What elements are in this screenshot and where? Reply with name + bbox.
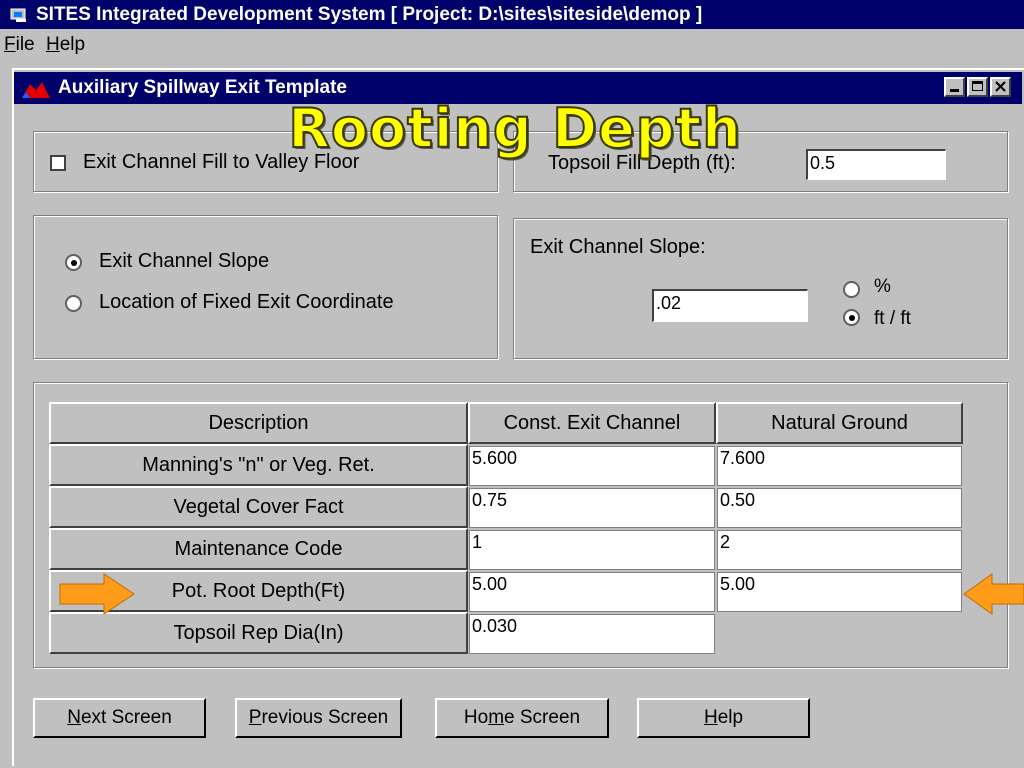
menu-help[interactable]: Help bbox=[46, 34, 85, 56]
exit-channel-slope-label: Exit Channel Slope: bbox=[530, 236, 706, 258]
menu-file-mnemonic: F bbox=[4, 34, 16, 55]
row-label-mannings: Manning's "n" or Veg. Ret. bbox=[49, 444, 468, 486]
unit-percent-radio[interactable] bbox=[843, 281, 860, 298]
menu-help-label: elp bbox=[59, 34, 86, 55]
exit-channel-slope-option-label: Exit Channel Slope bbox=[99, 250, 270, 272]
cell-natural-maintenance-code[interactable]: 2 bbox=[717, 530, 962, 570]
arrow-right-icon bbox=[59, 573, 135, 615]
minimize-button[interactable] bbox=[944, 77, 965, 97]
cell-const-maintenance-code[interactable]: 1 bbox=[469, 530, 715, 570]
cell-const-topsoil-dia[interactable]: 0.030 bbox=[469, 614, 715, 654]
unit-ftft-radio[interactable] bbox=[843, 309, 860, 326]
previous-screen-mnemonic: P bbox=[248, 707, 262, 728]
help-button[interactable]: Help bbox=[637, 698, 810, 738]
cell-const-vegetal-cover[interactable]: 0.75 bbox=[469, 488, 715, 528]
topsoil-fill-depth-field[interactable]: 0.5 bbox=[806, 149, 946, 180]
arrow-left-icon bbox=[963, 573, 1024, 615]
fill-to-valley-checkbox[interactable] bbox=[50, 155, 66, 171]
maximize-icon bbox=[972, 81, 983, 91]
maximize-button[interactable] bbox=[967, 77, 988, 97]
topsoil-fill-depth-label: Topsoil Fill Depth (ft): bbox=[548, 152, 736, 174]
previous-screen-button[interactable]: Previous Screen bbox=[235, 698, 402, 738]
home-screen-mnemonic: m bbox=[488, 707, 505, 728]
help-label: elp bbox=[717, 707, 744, 728]
next-screen-label: ext Screen bbox=[80, 707, 172, 728]
cell-natural-root-depth[interactable]: 5.00 bbox=[717, 572, 962, 612]
cell-natural-vegetal-cover[interactable]: 0.50 bbox=[717, 488, 962, 528]
cell-natural-mannings[interactable]: 7.600 bbox=[717, 446, 962, 486]
exit-channel-slope-radio[interactable] bbox=[65, 254, 82, 271]
exit-channel-slope-field[interactable]: .02 bbox=[652, 289, 808, 322]
slope-option-group bbox=[33, 215, 498, 359]
next-screen-mnemonic: N bbox=[67, 707, 81, 728]
close-button[interactable] bbox=[990, 77, 1011, 97]
cell-const-mannings[interactable]: 5.600 bbox=[469, 446, 715, 486]
next-screen-button[interactable]: Next Screen bbox=[33, 698, 206, 738]
menu-file[interactable]: File bbox=[4, 34, 35, 56]
minimize-icon bbox=[950, 89, 959, 92]
header-description: Description bbox=[49, 402, 468, 444]
home-screen-button[interactable]: Home Screen bbox=[435, 698, 609, 738]
menu-help-mnemonic: H bbox=[46, 34, 60, 55]
help-mnemonic: H bbox=[703, 707, 718, 728]
spillway-icon bbox=[22, 82, 50, 98]
header-natural-ground: Natural Ground bbox=[716, 402, 963, 444]
home-screen-label: e Screen bbox=[504, 707, 581, 728]
close-icon bbox=[995, 81, 1006, 92]
header-const-exit-channel: Const. Exit Channel bbox=[468, 402, 716, 444]
fixed-exit-coordinate-radio[interactable] bbox=[65, 295, 82, 312]
app-title: SITES Integrated Development System [ Pr… bbox=[36, 4, 703, 25]
row-label-topsoil-dia: Topsoil Rep Dia(In) bbox=[49, 612, 468, 654]
cell-const-root-depth[interactable]: 5.00 bbox=[469, 572, 715, 612]
app-title-bar[interactable]: SITES Integrated Development System [ Pr… bbox=[0, 0, 1024, 29]
fixed-exit-coordinate-option-label: Location of Fixed Exit Coordinate bbox=[99, 291, 394, 313]
row-label-maintenance-code: Maintenance Code bbox=[49, 528, 468, 570]
app-icon bbox=[10, 8, 26, 22]
fill-to-valley-label: Exit Channel Fill to Valley Floor bbox=[83, 151, 360, 173]
unit-ftft-label: ft / ft bbox=[874, 308, 911, 329]
template-window-title-bar[interactable]: Auxiliary Spillway Exit Template bbox=[14, 72, 1022, 104]
previous-screen-label: revious Screen bbox=[261, 707, 389, 728]
template-window-title: Auxiliary Spillway Exit Template bbox=[58, 77, 347, 98]
menu-bar: File Help bbox=[0, 29, 1024, 61]
row-label-vegetal-cover: Vegetal Cover Fact bbox=[49, 486, 468, 528]
home-screen-label-pre: Ho bbox=[463, 707, 489, 728]
unit-percent-label: % bbox=[874, 276, 891, 297]
menu-file-label: ile bbox=[15, 34, 35, 55]
